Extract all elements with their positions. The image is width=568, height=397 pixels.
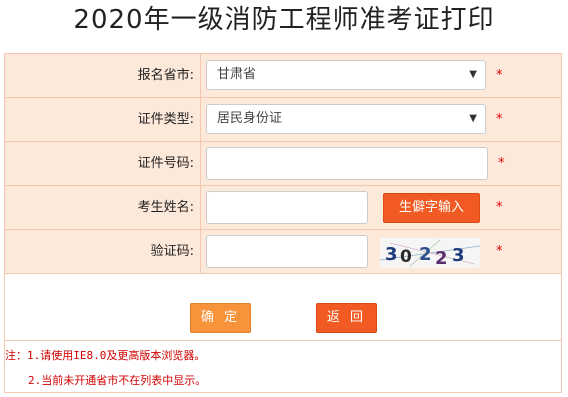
id-type-select[interactable]: 居民身份证 ▼ <box>206 104 486 134</box>
captcha-char: 3 <box>385 244 398 265</box>
id-number-row: 证件号码: * <box>5 142 561 186</box>
admission-ticket-form: 报名省市: 甘肃省 ▼ * 证件类型: 居民身份证 ▼ * 证件号码: * 考生… <box>4 53 562 393</box>
name-label: 考生姓名: <box>5 186 201 229</box>
page-title: 2020年一级消防工程师准考证打印 <box>73 5 495 35</box>
captcha-image[interactable]: 3 0 2 2 3 <box>380 238 480 268</box>
required-mark: * <box>496 200 503 215</box>
required-mark: * <box>496 68 503 83</box>
required-mark: * <box>496 112 503 127</box>
divider <box>5 340 561 341</box>
required-mark: * <box>496 244 503 259</box>
chevron-down-icon: ▼ <box>469 113 477 124</box>
province-select-value: 甘肃省 <box>217 67 257 82</box>
back-button[interactable]: 返 回 <box>316 303 377 333</box>
captcha-row: 验证码: 3 0 2 2 3 * <box>5 230 561 274</box>
captcha-char: 2 <box>419 244 432 265</box>
province-label: 报名省市: <box>5 54 201 97</box>
name-input[interactable] <box>206 191 368 224</box>
id-type-label: 证件类型: <box>5 98 201 141</box>
id-number-label: 证件号码: <box>5 142 201 185</box>
confirm-button[interactable]: 确 定 <box>190 303 251 333</box>
note-line-1: 注：1.请使用IE8.0及更高版本浏览器。 <box>5 349 206 362</box>
captcha-char: 3 <box>452 245 465 266</box>
id-type-select-value: 居民身份证 <box>217 111 283 126</box>
id-number-input[interactable] <box>206 147 488 180</box>
province-row: 报名省市: 甘肃省 ▼ * <box>5 54 561 98</box>
captcha-input[interactable] <box>206 235 368 268</box>
chevron-down-icon: ▼ <box>469 69 477 80</box>
province-select[interactable]: 甘肃省 ▼ <box>206 60 486 90</box>
name-row: 考生姓名: 生僻字输入 * <box>5 186 561 230</box>
required-mark: * <box>498 156 505 171</box>
captcha-char: 0 <box>400 247 412 267</box>
rare-char-input-button[interactable]: 生僻字输入 <box>383 193 480 223</box>
id-type-row: 证件类型: 居民身份证 ▼ * <box>5 98 561 142</box>
captcha-char: 2 <box>435 248 448 268</box>
captcha-image-graphic: 3 0 2 2 3 <box>380 239 480 268</box>
note-line-2: 2.当前未开通省市不在列表中显示。 <box>28 374 207 387</box>
captcha-label: 验证码: <box>5 230 201 273</box>
